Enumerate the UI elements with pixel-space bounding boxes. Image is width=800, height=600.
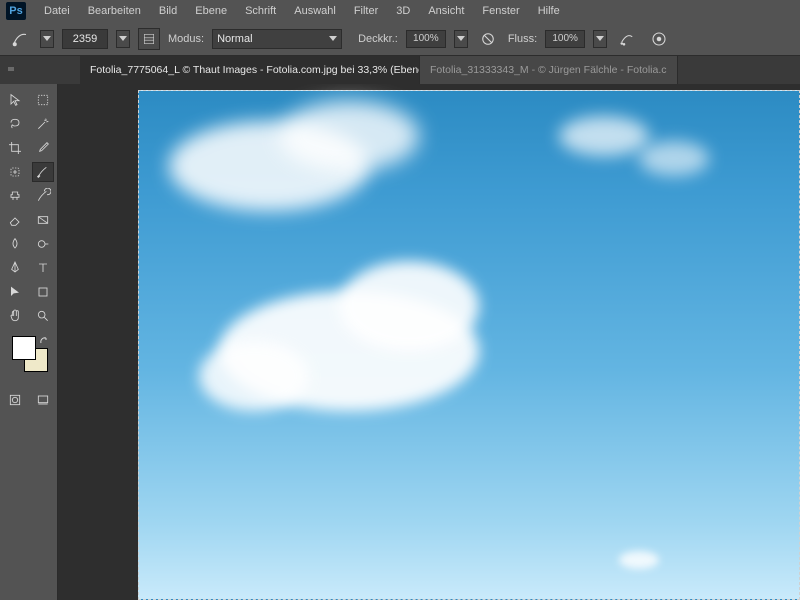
history-brush-tool[interactable] xyxy=(32,186,54,206)
opacity-dropdown[interactable] xyxy=(454,30,468,48)
flow-label: Fluss: xyxy=(508,33,537,45)
document-tab-strip: Fotolia_7775064_L © Thaut Images - Fotol… xyxy=(0,56,800,84)
blend-mode-select[interactable]: Normal xyxy=(212,29,342,49)
airbrush-icon[interactable] xyxy=(615,27,639,51)
opacity-field[interactable]: 100% xyxy=(406,30,446,48)
menu-image[interactable]: Bild xyxy=(151,3,185,19)
brush-tool[interactable] xyxy=(32,162,54,182)
menu-select[interactable]: Auswahl xyxy=(286,3,344,19)
blur-tool[interactable] xyxy=(4,234,26,254)
type-tool[interactable] xyxy=(32,258,54,278)
lasso-tool[interactable] xyxy=(4,114,26,134)
gradient-tool[interactable] xyxy=(32,210,54,230)
hand-tool[interactable] xyxy=(4,306,26,326)
brush-preset-icon[interactable] xyxy=(8,27,32,51)
clone-stamp-tool[interactable] xyxy=(4,186,26,206)
dodge-tool[interactable] xyxy=(32,234,54,254)
document-tab-active[interactable]: Fotolia_7775064_L © Thaut Images - Fotol… xyxy=(80,56,420,84)
document-canvas[interactable] xyxy=(138,90,800,600)
cloud-shape xyxy=(559,116,649,156)
opacity-value: 100% xyxy=(413,33,439,44)
eraser-tool[interactable] xyxy=(4,210,26,230)
options-bar: 2359 Modus: Normal Deckkr.: 100% Fluss: … xyxy=(0,22,800,56)
cloud-shape xyxy=(199,341,309,411)
quick-mask-tool[interactable] xyxy=(4,390,26,410)
cloud-shape xyxy=(339,261,479,351)
foreground-color-swatch[interactable] xyxy=(12,336,36,360)
menu-layer[interactable]: Ebene xyxy=(187,3,235,19)
menu-file[interactable]: Datei xyxy=(36,3,78,19)
menu-bar: Ps Datei Bearbeiten Bild Ebene Schrift A… xyxy=(0,0,800,22)
tab-spacer xyxy=(22,56,80,84)
shape-tool[interactable] xyxy=(32,282,54,302)
flow-field[interactable]: 100% xyxy=(545,30,585,48)
document-tab-inactive[interactable]: Fotolia_31333343_M - © Jürgen Fälchle - … xyxy=(420,56,678,84)
brush-preset-dropdown[interactable] xyxy=(40,30,54,48)
toggle-brush-panel-button[interactable] xyxy=(138,28,160,50)
canvas-area[interactable] xyxy=(138,84,800,600)
document-tab-label: Fotolia_31333343_M - © Jürgen Fälchle - … xyxy=(430,64,667,76)
opacity-label: Deckkr.: xyxy=(358,33,398,45)
canvas-gutter xyxy=(58,84,138,600)
pen-tool[interactable] xyxy=(4,258,26,278)
screen-mode-tool[interactable] xyxy=(32,390,54,410)
swap-colors-icon[interactable] xyxy=(39,336,49,346)
panel-collapse-handle[interactable] xyxy=(0,56,22,84)
cloud-shape xyxy=(279,101,419,171)
pressure-opacity-icon[interactable] xyxy=(476,27,500,51)
move-tool[interactable] xyxy=(4,90,26,110)
pressure-size-icon[interactable] xyxy=(647,27,671,51)
zoom-tool[interactable] xyxy=(32,306,54,326)
cloud-shape xyxy=(639,141,709,176)
flow-dropdown[interactable] xyxy=(593,30,607,48)
healing-brush-tool[interactable] xyxy=(4,162,26,182)
brush-size-dropdown[interactable] xyxy=(116,30,130,48)
blend-mode-value: Normal xyxy=(217,33,252,45)
document-tab-label: Fotolia_7775064_L © Thaut Images - Fotol… xyxy=(90,64,420,76)
menu-filter[interactable]: Filter xyxy=(346,3,386,19)
menu-type[interactable]: Schrift xyxy=(237,3,284,19)
cloud-shape xyxy=(619,551,659,569)
marquee-tool[interactable] xyxy=(32,90,54,110)
eyedropper-tool[interactable] xyxy=(32,138,54,158)
magic-wand-tool[interactable] xyxy=(32,114,54,134)
color-swatches xyxy=(4,336,53,376)
menu-3d[interactable]: 3D xyxy=(388,3,418,19)
toolbox xyxy=(0,84,58,600)
mode-label: Modus: xyxy=(168,33,204,45)
menu-window[interactable]: Fenster xyxy=(474,3,527,19)
path-selection-tool[interactable] xyxy=(4,282,26,302)
app-logo: Ps xyxy=(6,2,26,20)
workspace xyxy=(0,84,800,600)
brush-size-field[interactable]: 2359 xyxy=(62,29,108,49)
menu-edit[interactable]: Bearbeiten xyxy=(80,3,149,19)
menu-help[interactable]: Hilfe xyxy=(530,3,568,19)
menu-view[interactable]: Ansicht xyxy=(420,3,472,19)
flow-value: 100% xyxy=(552,33,578,44)
crop-tool[interactable] xyxy=(4,138,26,158)
brush-size-value: 2359 xyxy=(73,33,97,45)
